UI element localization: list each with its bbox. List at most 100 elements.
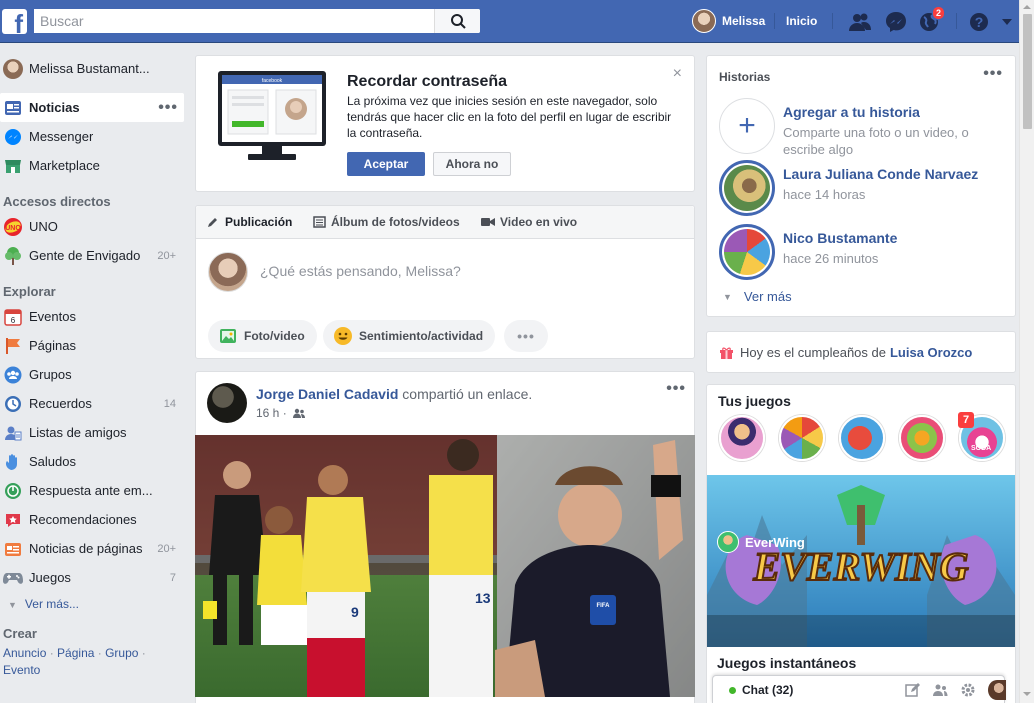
feeling-activity-button[interactable]: Sentimiento/actividad: [323, 320, 496, 352]
home-link[interactable]: Inicio: [786, 14, 817, 28]
sidebar-item-groups[interactable]: Grupos: [0, 360, 184, 389]
video-camera-icon: [481, 216, 495, 228]
pages-feed-icon: [3, 539, 23, 559]
create-ad-link[interactable]: Anuncio: [3, 646, 46, 660]
svg-text:9: 9: [351, 604, 359, 620]
sidebar-item-pages[interactable]: Páginas: [0, 331, 184, 360]
create-page-link[interactable]: Página: [57, 646, 94, 660]
banner-game-label[interactable]: EverWing: [717, 531, 805, 553]
sidebar-item-label: UNO: [29, 219, 58, 234]
account-menu-chevron-down-icon[interactable]: [999, 11, 1015, 33]
sidebar-item-label: Melissa Bustamant...: [29, 61, 150, 76]
sidebar-item-events[interactable]: 6 Eventos: [0, 302, 184, 331]
add-to-story-item[interactable]: + Agregar a tu historia Comparte una fot…: [719, 98, 1009, 157]
scroll-thumb[interactable]: [1023, 14, 1032, 129]
sidebar-item-gente-de-envigado[interactable]: Gente de Envigado 20+: [0, 241, 184, 270]
messenger-icon: [3, 127, 23, 147]
sidebar-item-crisis-response[interactable]: Respuesta ante em...: [0, 476, 184, 505]
gear-icon[interactable]: [960, 682, 976, 698]
marketplace-icon: [3, 156, 23, 176]
stories-options-icon[interactable]: •••: [983, 65, 1003, 83]
scroll-up-arrow-icon[interactable]: [1023, 5, 1031, 9]
avatar[interactable]: [207, 383, 247, 423]
accept-button[interactable]: Aceptar: [347, 152, 425, 176]
post-link-image[interactable]: 9 13 FIFA: [195, 435, 695, 697]
add-story-title: Agregar a tu historia: [783, 104, 920, 120]
chat-bar[interactable]: Chat (32): [712, 675, 1006, 703]
tab-live-video[interactable]: Video en vivo: [481, 215, 577, 229]
close-icon[interactable]: ×: [673, 65, 682, 83]
more-options-button[interactable]: •••: [504, 320, 548, 352]
create-group-link[interactable]: Grupo: [105, 646, 138, 660]
item-count: 20+: [157, 249, 176, 262]
add-story-subtitle: Comparte una foto o un video, o escribe …: [783, 125, 969, 157]
tab-label: Álbum de fotos/videos: [331, 215, 460, 229]
sidebar-item-label: Marketplace: [29, 158, 100, 173]
help-icon[interactable]: ?: [967, 11, 991, 33]
see-more-label: Ver más: [743, 289, 792, 304]
photo-video-button[interactable]: Foto/video: [208, 320, 317, 352]
item-count: 7: [169, 571, 176, 584]
search-input[interactable]: [34, 9, 434, 33]
tab-label: Publicación: [225, 215, 293, 229]
sidebar-item-profile[interactable]: Melissa Bustamant...: [0, 54, 184, 83]
sidebar-item-pokes[interactable]: Saludos: [0, 447, 184, 476]
game-icon-wizard[interactable]: [719, 415, 765, 461]
birthday-card[interactable]: Hoy es el cumpleaños de Luisa Orozco: [706, 331, 1016, 373]
friends-audience-icon[interactable]: [292, 407, 306, 419]
status-input[interactable]: ¿Qué estás pensando, Melissa?: [260, 263, 461, 279]
remember-password-card: facebook Recordar contraseña La próxima …: [195, 55, 695, 192]
search-button[interactable]: [434, 9, 480, 33]
scroll-down-arrow-icon[interactable]: [1023, 692, 1031, 696]
more-options-icon[interactable]: •••: [158, 99, 178, 117]
illustration-brand-text: facebook: [262, 78, 283, 84]
birthday-person[interactable]: Luisa Orozco: [890, 345, 972, 360]
not-now-button[interactable]: Ahora no: [433, 152, 511, 176]
game-icon-label: SODA: [971, 445, 992, 452]
game-icon-trivia[interactable]: [779, 415, 825, 461]
game-icon-fruits[interactable]: [899, 415, 945, 461]
story-item[interactable]: Nico Bustamante hace 26 minutos: [719, 224, 1009, 280]
post-author-name[interactable]: Jorge Daniel Cadavid: [256, 386, 398, 402]
sidebar-item-recommendations[interactable]: Recomendaciones: [0, 505, 184, 534]
post-options-icon[interactable]: •••: [666, 380, 686, 398]
sidebar-item-games[interactable]: Juegos 7: [0, 563, 184, 592]
sidebar-item-messenger[interactable]: Messenger: [0, 122, 184, 151]
profile-name: Melissa: [722, 14, 766, 28]
story-item[interactable]: Laura Juliana Conde Narvaez hace 14 hora…: [719, 160, 1009, 216]
story-avatar: [719, 160, 775, 216]
profile-link[interactable]: Melissa: [692, 9, 765, 33]
birthday-label: Hoy es el cumpleaños de: [740, 345, 886, 360]
page-scrollbar[interactable]: [1019, 0, 1034, 703]
flag-icon: [3, 336, 23, 356]
avatar[interactable]: [988, 680, 1006, 700]
birthday-text: Hoy es el cumpleaños de Luisa Orozco: [719, 345, 972, 360]
sidebar-item-marketplace[interactable]: Marketplace: [0, 151, 184, 180]
sidebar-item-label: Noticias de páginas: [29, 541, 143, 556]
post-timestamp[interactable]: 16 h ·: [256, 406, 287, 420]
laptop-illustration-icon: facebook: [218, 71, 326, 160]
more-options-icon: •••: [517, 328, 535, 344]
feed-post: Jorge Daniel Cadavid compartió un enlace…: [195, 371, 695, 703]
everwing-banner[interactable]: EVERWING: [707, 475, 1015, 647]
sidebar-item-pages-feed[interactable]: Noticias de páginas 20+: [0, 534, 184, 563]
see-more-stories-link[interactable]: ▼ Ver más: [723, 289, 792, 304]
online-status-indicator: [729, 687, 736, 694]
sidebar-item-uno[interactable]: UNO UNO: [0, 212, 184, 241]
new-message-icon[interactable]: [905, 682, 921, 698]
sidebar-item-news-feed[interactable]: Noticias •••: [0, 93, 184, 122]
facebook-logo-icon[interactable]: f: [2, 9, 27, 34]
item-count: 14: [163, 397, 176, 410]
button-label: Sentimiento/actividad: [359, 329, 484, 343]
sidebar-item-friend-lists[interactable]: Listas de amigos: [0, 418, 184, 447]
tab-photo-album[interactable]: Álbum de fotos/videos: [312, 215, 460, 229]
friend-requests-icon[interactable]: [848, 11, 872, 33]
sidebar-item-label: Messenger: [29, 129, 94, 144]
sidebar-item-memories[interactable]: Recuerdos 14: [0, 389, 184, 418]
tab-publication[interactable]: Publicación: [206, 215, 292, 229]
messenger-icon[interactable]: [884, 11, 908, 33]
game-icon-candy[interactable]: [839, 415, 885, 461]
see-more-link[interactable]: ▼ Ver más...: [8, 597, 79, 611]
create-group-icon[interactable]: [932, 682, 948, 698]
create-event-link[interactable]: Evento: [3, 663, 40, 677]
